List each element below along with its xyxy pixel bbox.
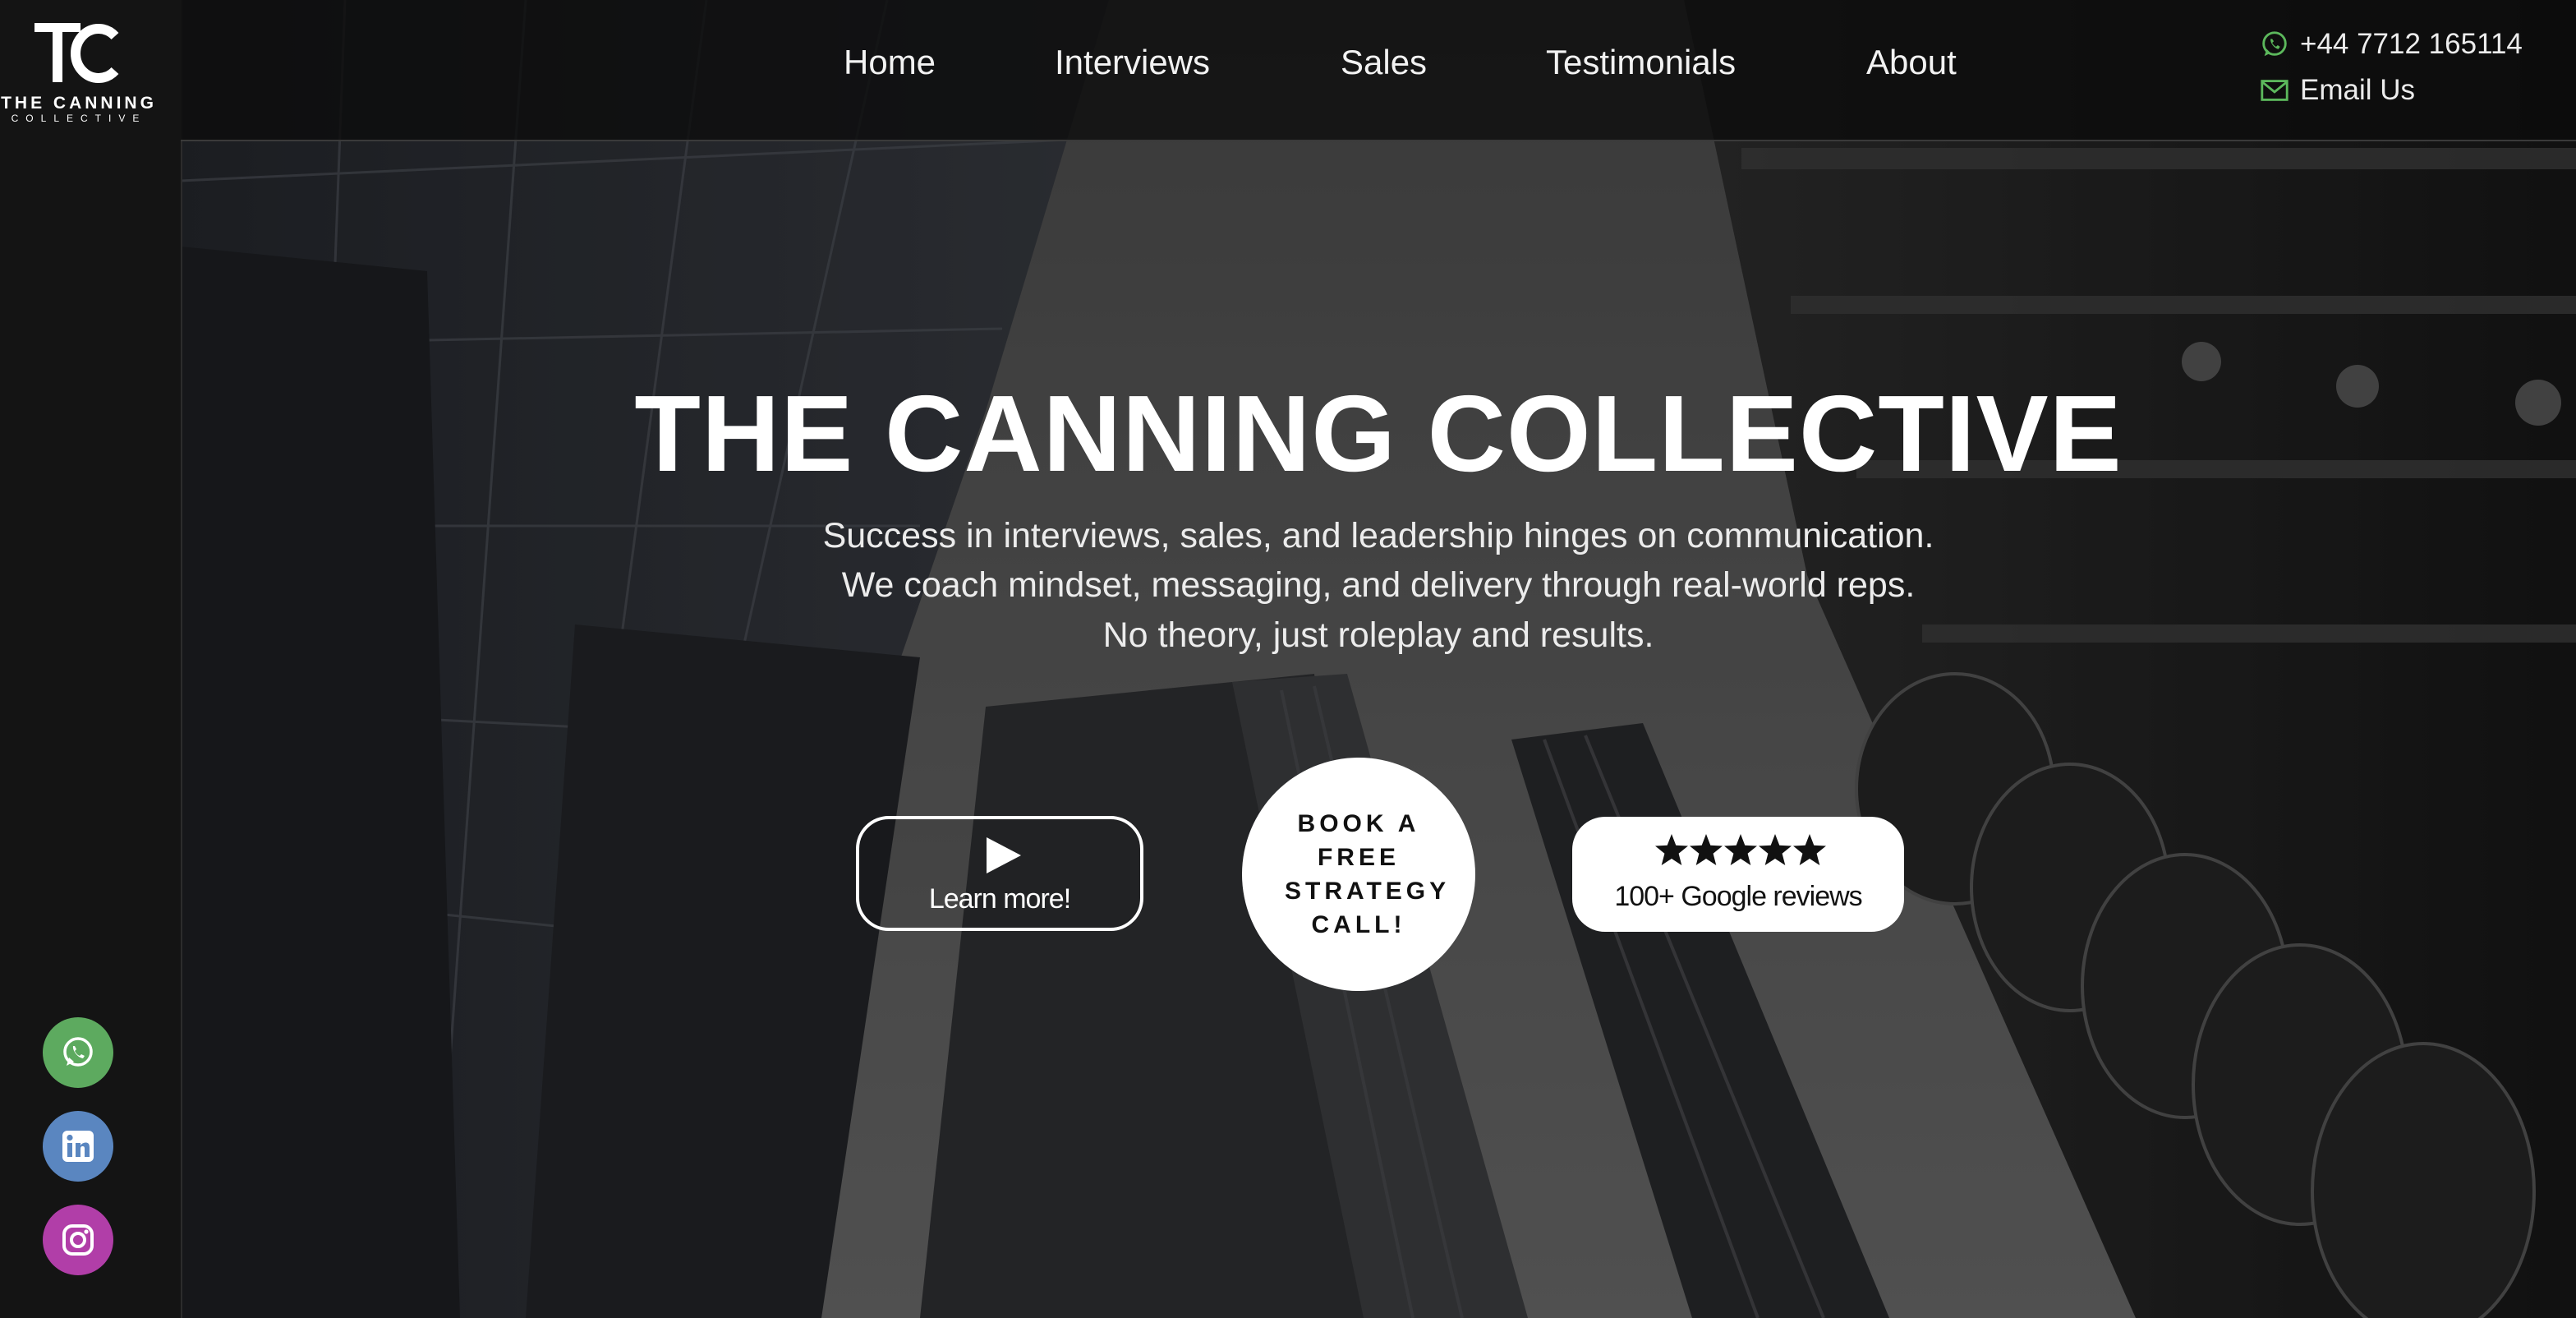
google-reviews-label: 100+ Google reviews bbox=[1614, 881, 1862, 912]
star-icon bbox=[1759, 834, 1792, 865]
nav-testimonials[interactable]: Testimonials bbox=[1546, 43, 1736, 82]
five-star-rating-icon bbox=[1655, 834, 1826, 865]
book-strategy-call-label: BOOK A FREE STRATEGY CALL! bbox=[1285, 810, 1451, 938]
whatsapp-social-button[interactable] bbox=[43, 1017, 113, 1088]
linkedin-social-button[interactable] bbox=[43, 1111, 113, 1182]
brand-name-line2: COLLECTIVE bbox=[11, 113, 147, 124]
instagram-icon bbox=[62, 1224, 94, 1256]
main-nav: Home Interviews Sales Testimonials About bbox=[181, 0, 2576, 140]
star-icon bbox=[1724, 834, 1757, 865]
hero-subtitle-line-1: Success in interviews, sales, and leader… bbox=[822, 516, 1934, 555]
nav-sales[interactable]: Sales bbox=[1341, 43, 1427, 82]
google-reviews-badge[interactable]: 100+ Google reviews bbox=[1572, 817, 1904, 932]
star-icon bbox=[1690, 834, 1723, 865]
left-sidebar: THE CANNING COLLECTIVE bbox=[0, 0, 182, 1318]
brand-name-line1: THE CANNING bbox=[1, 94, 157, 113]
tc-monogram-logo bbox=[34, 23, 119, 83]
contact-block: +44 7712 165114 Email Us bbox=[2259, 21, 2523, 113]
play-icon bbox=[987, 837, 1021, 873]
nav-interviews[interactable]: Interviews bbox=[1055, 43, 1210, 82]
nav-about[interactable]: About bbox=[1866, 43, 1957, 82]
whatsapp-icon bbox=[63, 1037, 93, 1067]
nav-home[interactable]: Home bbox=[844, 43, 936, 82]
linkedin-icon bbox=[62, 1131, 94, 1162]
phone-link[interactable]: +44 7712 165114 bbox=[2259, 21, 2523, 67]
mail-icon bbox=[2261, 80, 2288, 101]
email-link[interactable]: Email Us bbox=[2259, 67, 2523, 113]
instagram-social-button[interactable] bbox=[43, 1205, 113, 1275]
hero-title: THE CANNING COLLECTIVE bbox=[634, 373, 2123, 494]
hero-subtitle-line-2: We coach mindset, messaging, and deliver… bbox=[841, 565, 1916, 605]
top-navigation-bar: Home Interviews Sales Testimonials About… bbox=[181, 0, 2576, 141]
star-icon bbox=[1793, 834, 1826, 865]
learn-more-button[interactable]: Learn more! bbox=[856, 816, 1143, 931]
email-label: Email Us bbox=[2300, 74, 2416, 106]
hero-section: THE CANNING COLLECTIVE Success in interv… bbox=[0, 0, 2576, 1318]
brand-logo[interactable]: THE CANNING COLLECTIVE bbox=[0, 0, 181, 141]
learn-more-label: Learn more! bbox=[928, 883, 1071, 915]
book-strategy-call-button[interactable]: BOOK A FREE STRATEGY CALL! bbox=[1242, 758, 1475, 991]
whatsapp-icon bbox=[2262, 31, 2287, 57]
star-icon bbox=[1655, 834, 1688, 865]
hero-subtitle-line-3: No theory, just roleplay and results. bbox=[1102, 615, 1654, 655]
phone-number: +44 7712 165114 bbox=[2300, 28, 2523, 60]
